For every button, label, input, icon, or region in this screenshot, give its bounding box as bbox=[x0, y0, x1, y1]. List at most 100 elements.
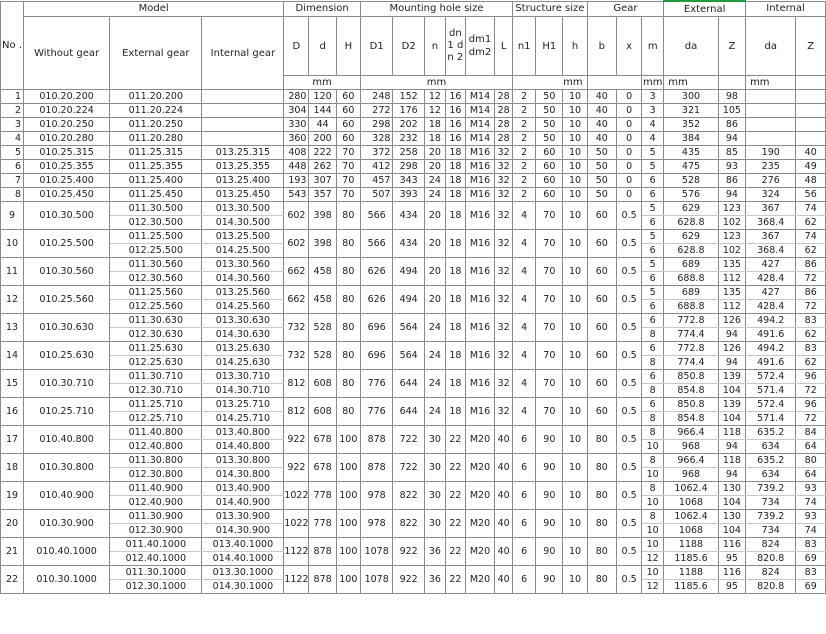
cell-n1: 4 bbox=[512, 285, 537, 314]
model-group-header: Model bbox=[23, 0, 285, 17]
cell-dai bbox=[745, 131, 797, 146]
cell-Z: 105 bbox=[717, 103, 747, 118]
cell-H: 80 bbox=[335, 341, 361, 370]
cell-dai: 572.4 bbox=[745, 397, 797, 412]
col-n-header: n bbox=[423, 16, 446, 76]
cell-dn: 22 bbox=[444, 565, 466, 594]
cell-Z: 135 bbox=[717, 257, 747, 272]
cell-H1: 50 bbox=[535, 89, 564, 104]
cell-H1: 70 bbox=[535, 397, 564, 426]
cell-n1: 4 bbox=[512, 201, 537, 230]
cell-no: 13 bbox=[0, 313, 25, 342]
cell-da: 966.4 bbox=[663, 453, 719, 468]
cell-da: 1062.4 bbox=[663, 481, 719, 496]
cell-dai bbox=[745, 117, 797, 132]
cell-eg: 011.30.560 bbox=[109, 257, 203, 272]
cell-h: 10 bbox=[562, 89, 588, 104]
int-unit: mm bbox=[745, 75, 797, 90]
col-D2-header: D2 bbox=[392, 16, 425, 76]
cell-dn: 16 bbox=[444, 103, 466, 118]
cell-H: 80 bbox=[335, 257, 361, 286]
col-d-header: d bbox=[308, 16, 337, 76]
cell-b: 40 bbox=[586, 131, 618, 146]
internal-group-header: Internal bbox=[745, 0, 826, 17]
cell-D: 543 bbox=[283, 187, 310, 202]
cell-dai: 820.8 bbox=[745, 551, 797, 566]
cell-m: 10 bbox=[641, 467, 665, 482]
cell-h: 10 bbox=[562, 397, 588, 426]
cell-dn: 18 bbox=[444, 145, 466, 160]
cell-eg: 012.25.710 bbox=[109, 411, 203, 426]
cell-m: 6 bbox=[641, 271, 665, 286]
cell-ig: 013.30.710 bbox=[201, 369, 285, 384]
cell-eg: 012.30.900 bbox=[109, 523, 203, 538]
cell-x: 0.5 bbox=[615, 565, 643, 594]
cell-eg: 011.25.560 bbox=[109, 285, 203, 300]
cell-n1: 2 bbox=[512, 187, 537, 202]
cell-ig: 013.25.500 bbox=[201, 229, 285, 244]
cell-n1: 4 bbox=[512, 369, 537, 398]
cell-Z: 94 bbox=[717, 187, 747, 202]
col-Z-ext-header: Z bbox=[717, 16, 747, 76]
cell-H: 100 bbox=[335, 537, 361, 566]
cell-x: 0 bbox=[615, 117, 643, 132]
cell-m: 8 bbox=[641, 425, 665, 440]
col-no-header: No . bbox=[0, 0, 25, 90]
cell-dm: M20 bbox=[464, 509, 496, 538]
cell-d: 778 bbox=[308, 509, 337, 538]
table-row: 12 010.25.560 011.25.560 013.25.560 662 458 80… bbox=[0, 285, 826, 314]
cell-H: 80 bbox=[335, 201, 361, 230]
cell-eg: 012.25.630 bbox=[109, 355, 203, 370]
cell-wg: 010.25.315 bbox=[23, 145, 111, 160]
cell-dai: 820.8 bbox=[745, 579, 797, 594]
cell-eg: 011.25.315 bbox=[109, 145, 203, 160]
cell-no: 2 bbox=[0, 103, 25, 118]
cell-dm: M16 bbox=[464, 145, 496, 160]
cell-n1: 4 bbox=[512, 341, 537, 370]
cell-m: 8 bbox=[641, 453, 665, 468]
cell-dn: 16 bbox=[444, 117, 466, 132]
cell-Z: 123 bbox=[717, 229, 747, 244]
cell-n: 12 bbox=[423, 89, 446, 104]
cell-x: 0 bbox=[615, 159, 643, 174]
cell-b: 80 bbox=[586, 537, 618, 566]
cell-ig: 014.25.560 bbox=[201, 299, 285, 314]
cell-L: 40 bbox=[494, 453, 514, 482]
cell-dai: 572.4 bbox=[745, 369, 797, 384]
cell-wg: 010.30.560 bbox=[23, 257, 111, 286]
cell-d: 528 bbox=[308, 313, 337, 342]
cell-dai: 324 bbox=[745, 187, 797, 202]
cell-wg: 010.25.560 bbox=[23, 285, 111, 314]
cell-da: 1188 bbox=[663, 537, 719, 552]
cell-Zi: 64 bbox=[795, 439, 826, 454]
cell-n1: 6 bbox=[512, 481, 537, 510]
table-row: 13 010.30.630 011.30.630 013.30.630 732 528 80… bbox=[0, 313, 826, 342]
cell-Zi: 80 bbox=[795, 453, 826, 468]
cell-no: 21 bbox=[0, 537, 25, 566]
m-unit: mm bbox=[641, 75, 665, 90]
cell-eg: 011.30.800 bbox=[109, 453, 203, 468]
cell-D1: 626 bbox=[359, 285, 394, 314]
cell-H1: 60 bbox=[535, 173, 564, 188]
cell-no: 3 bbox=[0, 117, 25, 132]
col-b-header: b bbox=[586, 16, 618, 76]
cell-b: 50 bbox=[586, 145, 618, 160]
cell-dm: M14 bbox=[464, 89, 496, 104]
cell-eg: 011.25.355 bbox=[109, 159, 203, 174]
cell-L: 28 bbox=[494, 117, 514, 132]
cell-wg: 010.25.450 bbox=[23, 187, 111, 202]
cell-b: 50 bbox=[586, 187, 618, 202]
cell-da: 475 bbox=[663, 159, 719, 174]
cell-Z: 118 bbox=[717, 453, 747, 468]
cell-D: 193 bbox=[283, 173, 310, 188]
cell-ig: 013.30.500 bbox=[201, 201, 285, 216]
cell-wg: 010.30.710 bbox=[23, 369, 111, 398]
cell-h: 10 bbox=[562, 509, 588, 538]
table-header: No . Model Dimension Mounting hole size … bbox=[0, 0, 826, 90]
cell-Zi: 69 bbox=[795, 551, 826, 566]
cell-D1: 298 bbox=[359, 117, 394, 132]
cell-D: 732 bbox=[283, 341, 310, 370]
cell-b: 60 bbox=[586, 257, 618, 286]
cell-d: 262 bbox=[308, 159, 337, 174]
cell-Zi: 74 bbox=[795, 201, 826, 216]
